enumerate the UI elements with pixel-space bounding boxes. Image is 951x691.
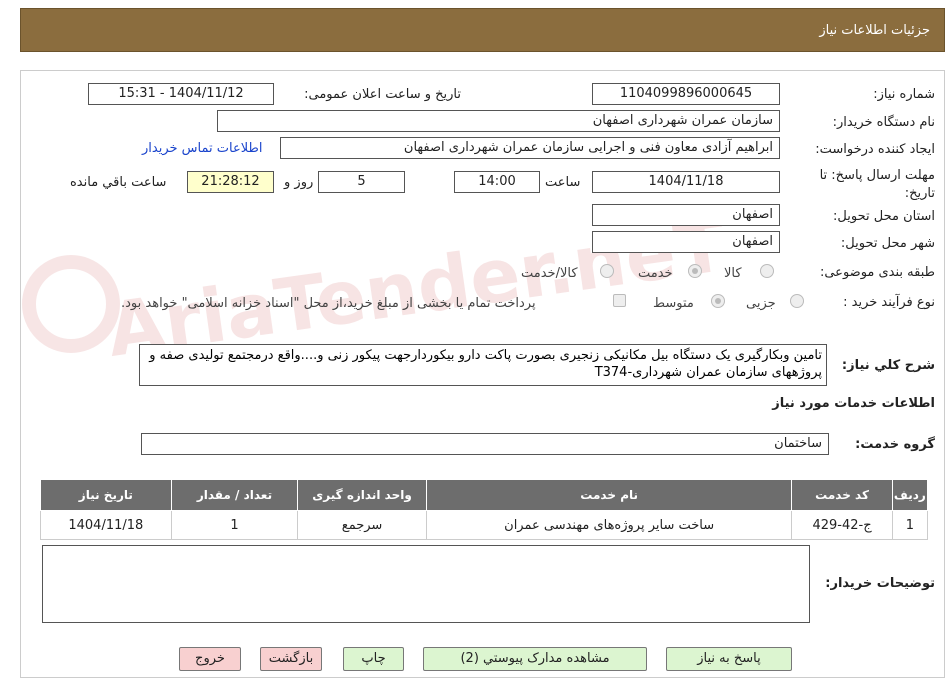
province-field: اصفهان	[592, 204, 780, 226]
requester-label: ایجاد کننده درخواست:	[815, 142, 935, 157]
process-minor-radio[interactable]	[790, 294, 804, 308]
table-header-row: ردیف کد خدمت نام خدمت واحد اندازه گیری ت…	[40, 479, 929, 511]
service-group-field: ساختمان	[141, 433, 829, 455]
announce-label: تاریخ و ساعت اعلان عمومی:	[304, 87, 461, 102]
city-label: شهر محل تحویل:	[840, 236, 935, 251]
cell-date: 1404/11/18	[40, 510, 172, 540]
announce-field: 1404/11/12 - 15:31	[88, 83, 274, 105]
deadline-days-label: روز و	[284, 175, 314, 190]
buyer-org-label: نام دستگاه خریدار:	[832, 115, 935, 130]
col-date: تاریخ نیاز	[40, 479, 172, 511]
category-label: طبقه بندی موضوعی:	[819, 265, 935, 280]
remaining-time-label: ساعت باقي مانده	[70, 175, 167, 190]
reply-button[interactable]: پاسخ به نیاز	[666, 647, 792, 671]
category-service-radio[interactable]	[688, 264, 702, 278]
table-row: 1 ج-42-429 ساخت سایر پروژه‌های مهندسی عم…	[40, 510, 929, 540]
deadline-time-label: ساعت	[545, 175, 581, 190]
process-medium-label: متوسط	[653, 296, 694, 311]
category-goods-label: کالا	[724, 266, 742, 281]
cell-unit: سرجمع	[297, 510, 427, 540]
category-service-label: خدمت	[638, 266, 673, 281]
requester-field: ابراهیم آزادی معاون فنی و اجرایی سازمان …	[280, 137, 780, 159]
need-number-field: 1104099896000645	[592, 83, 780, 105]
col-unit: واحد اندازه گیری	[297, 479, 427, 511]
page-header: جزئیات اطلاعات نیاز	[20, 8, 945, 52]
description-field[interactable]: تامین وبکارگیری یک دستگاه بیل مکانیکی زن…	[139, 344, 827, 386]
process-medium-radio[interactable]	[711, 294, 725, 308]
category-both-label: کالا/خدمت	[521, 266, 578, 281]
category-both-radio[interactable]	[600, 264, 614, 278]
deadline-label: مهلت ارسال پاسخ: تا تاریخ:	[819, 168, 935, 201]
description-label: شرح کلي نياز:	[841, 358, 935, 373]
view-documents-button[interactable]: مشاهده مدارک پیوستي (2)	[423, 647, 647, 671]
cell-qty: 1	[170, 510, 299, 540]
buyer-notes-label: توضیحات خریدار:	[825, 576, 935, 591]
service-group-label: گروه خدمت:	[855, 437, 935, 452]
col-row: ردیف	[891, 479, 929, 511]
col-code: کد خدمت	[791, 479, 893, 511]
print-button[interactable]: چاپ	[343, 647, 404, 671]
treasury-checkbox[interactable]	[613, 294, 626, 307]
city-field: اصفهان	[592, 231, 780, 253]
col-name: نام خدمت	[425, 479, 793, 511]
buyer-notes-field[interactable]	[42, 545, 810, 623]
category-goods-radio[interactable]	[760, 264, 774, 278]
deadline-date-field: 1404/11/18	[592, 171, 780, 193]
back-button[interactable]: بازگشت	[260, 647, 322, 671]
cell-row: 1	[891, 510, 929, 540]
services-table: ردیف کد خدمت نام خدمت واحد اندازه گیری ت…	[40, 479, 929, 540]
cell-name: ساخت سایر پروژه‌های مهندسی عمران	[425, 510, 793, 540]
page-title: جزئیات اطلاعات نیاز	[819, 23, 930, 38]
col-qty: تعداد / مقدار	[170, 479, 299, 511]
exit-button[interactable]: خروج	[179, 647, 241, 671]
buyer-contact-link[interactable]: اطلاعات تماس خریدار	[142, 141, 262, 156]
process-label: نوع فرآیند خرید :	[843, 295, 935, 310]
treasury-note: پرداخت تمام یا بخشی از مبلغ خرید،از محل …	[121, 296, 536, 311]
services-heading: اطلاعات خدمات مورد نیاز	[772, 396, 935, 411]
need-number-label: شماره نیاز:	[873, 87, 935, 102]
buyer-org-field: سازمان عمران شهرداری اصفهان	[217, 110, 780, 132]
cell-code: ج-42-429	[791, 510, 893, 540]
deadline-days-field: 5	[318, 171, 405, 193]
remaining-time-field: 21:28:12	[187, 171, 274, 193]
process-minor-label: جزیی	[746, 296, 776, 311]
province-label: استان محل تحویل:	[833, 209, 935, 224]
deadline-time-field: 14:00	[454, 171, 540, 193]
